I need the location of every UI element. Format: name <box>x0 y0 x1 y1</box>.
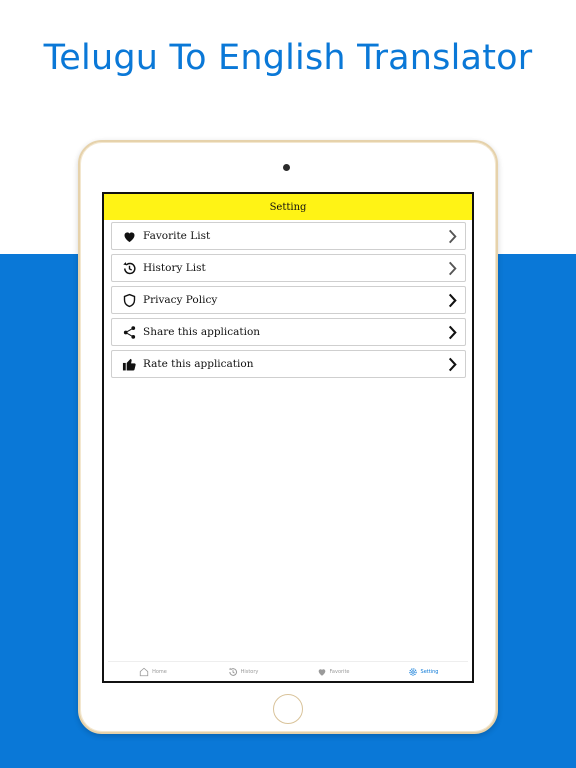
nav-label: Favorite <box>329 668 350 675</box>
chevron-right-icon <box>445 260 459 276</box>
menu-item-label: Share this application <box>143 326 261 338</box>
heart-icon <box>121 228 137 244</box>
chevron-right-icon <box>445 292 459 308</box>
menu-item-label: Favorite List <box>143 230 211 242</box>
nav-label: Setting <box>420 668 439 675</box>
app-title: Setting <box>269 201 307 213</box>
nav-item-favorite[interactable]: Favorite <box>288 667 378 677</box>
home-icon <box>139 667 149 677</box>
nav-item-setting[interactable]: Setting <box>378 667 468 677</box>
chevron-right-icon <box>445 356 459 372</box>
history-icon <box>121 260 137 276</box>
menu-item-label: History List <box>143 262 206 274</box>
menu-item-label: Privacy Policy <box>143 294 218 306</box>
shield-icon <box>121 292 137 308</box>
nav-item-home[interactable]: Home <box>108 667 198 677</box>
history-icon <box>228 667 238 677</box>
menu-item-share-application[interactable]: Share this application <box>111 318 466 346</box>
menu-item-label: Rate this application <box>143 358 254 370</box>
chevron-right-icon <box>445 228 459 244</box>
thumbs-up-icon <box>121 356 137 372</box>
tablet-home-button <box>273 694 303 724</box>
app-header: Setting <box>104 194 472 220</box>
nav-label: Home <box>152 668 167 675</box>
chevron-right-icon <box>445 324 459 340</box>
camera-dot <box>283 164 290 171</box>
menu-item-favorite-list[interactable]: Favorite List <box>111 222 466 250</box>
heart-icon <box>317 667 327 677</box>
page-headline: Telugu To English Translator <box>43 38 533 78</box>
share-icon <box>121 324 137 340</box>
app-screen: Setting Favorite List History List Priva… <box>102 192 474 683</box>
menu-item-privacy-policy[interactable]: Privacy Policy <box>111 286 466 314</box>
menu-item-rate-application[interactable]: Rate this application <box>111 350 466 378</box>
nav-label: History <box>240 668 259 675</box>
nav-item-history[interactable]: History <box>198 667 288 677</box>
settings-menu: Favorite List History List Privacy Polic… <box>111 222 466 382</box>
gear-icon <box>408 667 418 677</box>
bottom-navigation: Home History Favorite Setting <box>108 661 468 681</box>
menu-item-history-list[interactable]: History List <box>111 254 466 282</box>
